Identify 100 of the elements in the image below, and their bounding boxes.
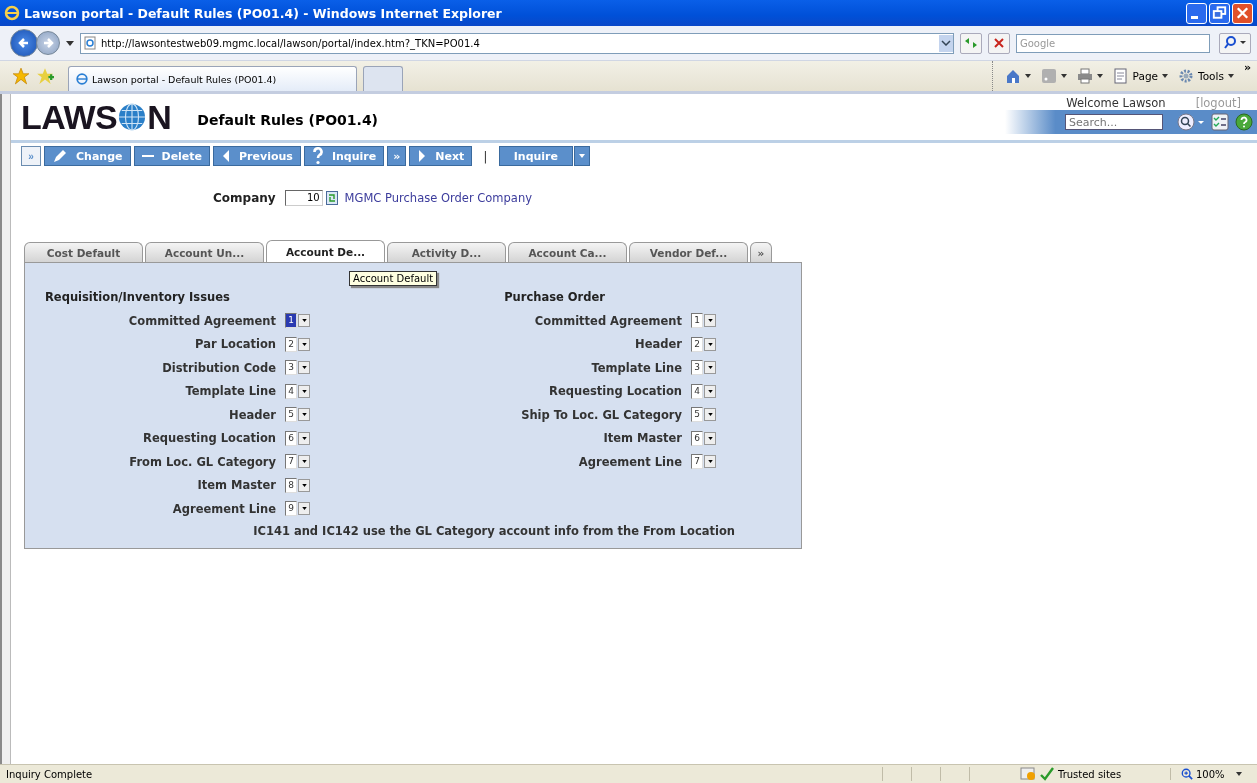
pencil-icon	[52, 148, 68, 164]
dropdown-button[interactable]	[704, 431, 716, 445]
refresh-icon	[963, 35, 979, 51]
dropdown-button[interactable]	[298, 361, 310, 375]
browser-logo-icon	[4, 5, 20, 21]
dropdown-button[interactable]	[298, 502, 310, 516]
number-field[interactable]: 2	[285, 336, 297, 352]
more-button[interactable]: »	[1243, 61, 1251, 74]
number-field[interactable]: 3	[691, 360, 703, 376]
dropdown-button[interactable]	[704, 361, 716, 375]
forward-button[interactable]	[36, 31, 60, 55]
form-tab[interactable]: Vendor Def...	[629, 242, 748, 262]
company-name: MGMC Purchase Order Company	[344, 191, 532, 205]
number-field[interactable]: 5	[691, 407, 703, 423]
address-dropdown-button[interactable]	[939, 34, 953, 52]
page-menu[interactable]: Page	[1112, 68, 1168, 84]
stop-button[interactable]	[988, 32, 1010, 54]
field-label: Committed Agreement	[128, 313, 276, 328]
field-label: Requesting Location	[549, 384, 682, 399]
minimize-button[interactable]	[1186, 2, 1207, 24]
dropdown-button[interactable]	[298, 431, 310, 445]
number-field[interactable]: 7	[691, 454, 703, 470]
close-button[interactable]	[1232, 2, 1253, 24]
form-tab[interactable]: Activity D...	[387, 242, 506, 262]
gear-icon	[1178, 68, 1194, 84]
form-tab[interactable]: Account Un...	[145, 242, 264, 262]
field-label: Template Line	[185, 384, 276, 399]
caret-icon	[301, 389, 307, 393]
feed-icon	[1040, 68, 1057, 84]
field-label: Par Location	[195, 337, 276, 352]
portal-search-field[interactable]: Search...	[1065, 114, 1163, 130]
left-triangle-icon	[221, 148, 232, 164]
caret-button[interactable]	[574, 146, 590, 166]
dropdown-button[interactable]	[298, 384, 310, 398]
zoom-level[interactable]: 100%	[1196, 768, 1225, 780]
dropdown-button[interactable]	[298, 314, 310, 328]
back-button[interactable]	[10, 29, 38, 57]
caret-icon	[1024, 74, 1031, 78]
field-label: Requesting Location	[143, 431, 276, 446]
caret-icon	[1060, 74, 1067, 78]
dropdown-button[interactable]	[298, 478, 310, 492]
dropdown-button[interactable]	[298, 455, 310, 469]
number-field[interactable]: 1	[691, 313, 703, 329]
form-tab[interactable]: Account Ca...	[508, 242, 627, 262]
minus-icon	[141, 155, 154, 157]
web-search-field[interactable]: Google	[1016, 33, 1210, 53]
dropdown-button[interactable]	[704, 337, 716, 351]
home-button[interactable]	[1004, 68, 1031, 84]
right-triangle-icon	[417, 148, 428, 164]
number-field[interactable]: 1	[285, 313, 297, 329]
number-field[interactable]: 9	[285, 501, 297, 517]
feed-button[interactable]	[1040, 68, 1067, 84]
dropdown-button[interactable]	[704, 384, 716, 398]
security-zone[interactable]: Trusted sites	[1058, 768, 1122, 780]
star-icon[interactable]	[12, 67, 30, 85]
search-button[interactable]	[1219, 32, 1251, 54]
caret-icon[interactable]	[66, 40, 74, 46]
zoom-icon[interactable]	[1181, 768, 1193, 780]
side-pane-handle[interactable]	[0, 94, 11, 764]
dropdown-button[interactable]	[298, 408, 310, 422]
form-tab[interactable]: Cost Default	[24, 242, 143, 262]
question-icon	[311, 147, 324, 165]
caret-icon[interactable]	[1235, 772, 1242, 776]
field-label: Item Master	[603, 431, 682, 446]
chevron-down-icon	[941, 40, 951, 46]
caret-icon	[707, 460, 713, 464]
select-icon[interactable]	[325, 191, 338, 205]
add-favorite-icon[interactable]	[36, 67, 54, 85]
number-field[interactable]: 7	[285, 454, 297, 470]
dropdown-button[interactable]	[704, 408, 716, 422]
dropdown-button[interactable]	[704, 314, 716, 328]
form-tab[interactable]: »	[750, 242, 772, 262]
number-field[interactable]: 5	[285, 407, 297, 423]
checkmark-icon	[1040, 767, 1054, 781]
checklist-icon[interactable]	[1211, 113, 1229, 131]
search-icon[interactable]	[1177, 113, 1205, 131]
form-tab[interactable]: Account De...	[266, 240, 385, 262]
home-icon	[1004, 68, 1021, 84]
dropdown-button[interactable]	[704, 455, 716, 469]
company-field[interactable]: 10	[284, 190, 323, 206]
help-icon[interactable]	[1235, 113, 1253, 131]
refresh-button[interactable]	[960, 32, 982, 54]
caret-icon	[301, 436, 307, 440]
lawson-logo: LAWS N	[21, 97, 172, 137]
number-field[interactable]: 4	[691, 383, 703, 399]
browser-logo-icon	[75, 72, 89, 86]
browser-tab[interactable]: Lawson portal - Default Rules (PO01.4)	[68, 66, 357, 91]
window-title: Lawson portal - Default Rules (PO01.4) - Windows Internet Explorer	[24, 5, 502, 21]
caret-icon	[707, 319, 713, 323]
number-field[interactable]: 6	[285, 430, 297, 446]
number-field[interactable]: 6	[691, 430, 703, 446]
print-button[interactable]	[1076, 68, 1103, 84]
number-field[interactable]: 4	[285, 383, 297, 399]
number-field[interactable]: 8	[285, 477, 297, 493]
field-label: Distribution Code	[162, 360, 276, 375]
number-field[interactable]: 3	[285, 360, 297, 376]
tools-menu[interactable]: Tools	[1178, 68, 1234, 84]
restore-button[interactable]	[1209, 2, 1230, 24]
dropdown-button[interactable]	[298, 337, 310, 351]
number-field[interactable]: 2	[691, 336, 703, 352]
